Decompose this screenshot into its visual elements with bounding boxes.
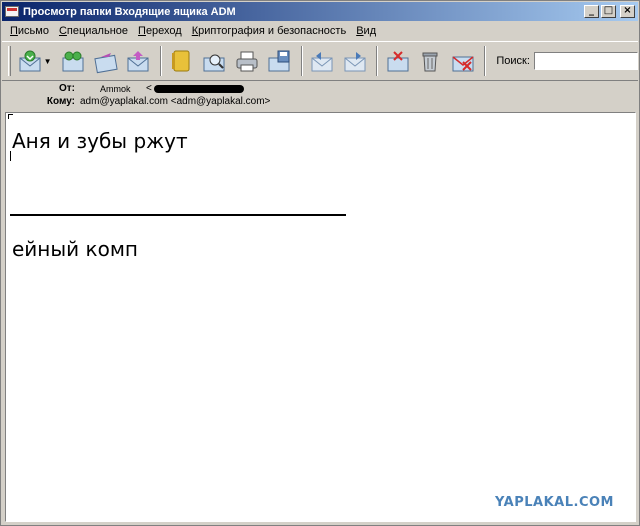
search-label: Поиск: xyxy=(496,55,530,67)
address-book-icon xyxy=(172,50,190,72)
get-mail-button[interactable] xyxy=(17,46,44,76)
mail-app-icon xyxy=(5,6,19,17)
from-label: От: xyxy=(58,83,75,94)
get-mail-icon xyxy=(19,50,41,72)
toolbar-separator xyxy=(376,46,379,76)
title-bar[interactable]: Просмотр папки Входящие ящика ADM _ □ × xyxy=(2,2,638,21)
delete-mail-icon xyxy=(387,51,409,72)
message-body[interactable]: Аня и зубы ржут ейный комп xyxy=(5,112,636,522)
find-message-button[interactable] xyxy=(200,46,227,76)
window-title: Просмотр папки Входящие ящика ADM xyxy=(23,5,236,18)
redacted-address xyxy=(153,84,244,93)
find-message-icon xyxy=(203,54,225,72)
forward-button[interactable] xyxy=(125,46,152,76)
message-header: От: Ammok < Кому: adm@yaplakal.com <adm@… xyxy=(2,82,638,110)
forward-icon xyxy=(127,51,149,72)
mail-window: Просмотр папки Входящие ящика ADM _ □ × … xyxy=(0,0,640,526)
get-mail-dropdown-icon[interactable]: ▼ xyxy=(44,46,52,76)
trash-button[interactable] xyxy=(417,46,444,76)
save-mail-icon xyxy=(268,50,290,72)
minimize-button[interactable]: _ xyxy=(584,5,599,18)
next-message-button[interactable] xyxy=(341,46,368,76)
to-row: Кому: adm@yaplakal.com <adm@yaplakal.com… xyxy=(2,96,271,107)
menu-item-view[interactable]: Вид xyxy=(356,25,376,37)
search-input[interactable] xyxy=(533,52,638,70)
search-box: Поиск: xyxy=(496,52,638,70)
address-book-button[interactable] xyxy=(168,46,195,76)
text-cursor xyxy=(10,151,11,161)
toolbar: ▼ Поиск: xyxy=(2,41,638,81)
from-row: От: Ammok < xyxy=(2,83,244,94)
window-controls: _ □ × xyxy=(584,5,635,18)
toolbar-separator xyxy=(484,46,487,76)
previous-message-button[interactable] xyxy=(309,46,336,76)
toolbar-separator xyxy=(159,46,162,76)
menu-item-go[interactable]: Переход xyxy=(138,25,182,37)
download-icon xyxy=(62,51,84,72)
message-line-1: Аня и зубы ржут xyxy=(12,129,188,153)
site-watermark: YAPLAKAL.COM xyxy=(495,495,614,510)
from-address-prefix: < xyxy=(146,83,152,94)
save-button[interactable] xyxy=(266,46,293,76)
message-line-2: ейный комп xyxy=(12,237,139,261)
close-button[interactable]: × xyxy=(620,5,635,18)
junk-button[interactable] xyxy=(450,46,477,76)
download-button[interactable] xyxy=(60,46,87,76)
horizontal-rule xyxy=(10,214,346,216)
from-name[interactable]: Ammok xyxy=(80,84,146,94)
toolbar-grip[interactable] xyxy=(8,46,11,76)
menu-bar: Письмо Специальное Переход Криптография … xyxy=(2,22,638,40)
reply-icon xyxy=(93,53,118,74)
toolbar-separator xyxy=(300,46,303,76)
printer-icon xyxy=(236,51,258,72)
menu-item-crypto[interactable]: Криптография и безопасность xyxy=(192,25,346,37)
print-button[interactable] xyxy=(233,46,260,76)
previous-message-icon xyxy=(311,52,333,72)
corner-mark xyxy=(8,114,13,119)
menu-item-letter[interactable]: Письмо xyxy=(10,25,49,37)
delete-button[interactable] xyxy=(384,46,411,76)
to-label: Кому: xyxy=(46,96,75,107)
to-value[interactable]: adm@yaplakal.com <adm@yaplakal.com> xyxy=(80,96,270,107)
junk-mail-icon xyxy=(452,56,474,72)
next-message-icon xyxy=(344,52,366,72)
menu-item-special[interactable]: Специальное xyxy=(59,25,128,37)
trash-can-icon xyxy=(422,52,438,72)
maximize-button[interactable]: □ xyxy=(601,5,616,18)
reply-button[interactable] xyxy=(92,46,119,76)
